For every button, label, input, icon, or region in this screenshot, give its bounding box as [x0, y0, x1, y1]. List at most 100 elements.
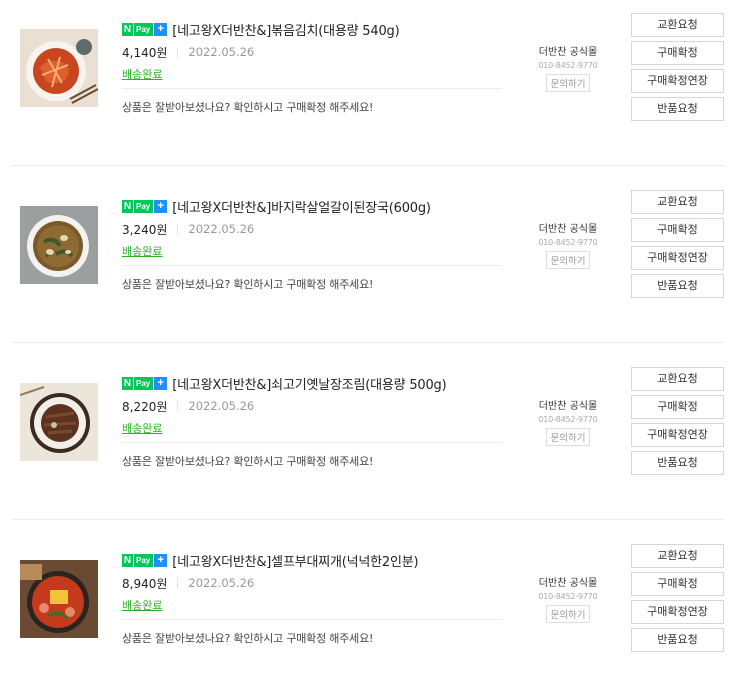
- confirm-extension-button[interactable]: 구매확정연장: [631, 246, 724, 270]
- order-actions: 교환요청 구매확정 구매확정연장 반품요청: [631, 544, 724, 656]
- product-name[interactable]: [네고왕X더반찬&]셀프부대찌개(넉넉한2인분): [172, 551, 418, 570]
- npay-plus-badge: N Pay +: [122, 376, 168, 390]
- budae-jjigae-photo: [20, 560, 98, 638]
- order-item: N Pay + [네고왕X더반찬&]바지락살얼갈이된장국(600g) 3,240…: [12, 183, 724, 343]
- npay-label: Pay: [133, 22, 154, 36]
- npay-plus-badge: N Pay +: [122, 199, 168, 213]
- price: 8,220원: [122, 399, 168, 414]
- plus-icon: +: [154, 376, 168, 390]
- exchange-request-button[interactable]: 교환요청: [631, 544, 724, 568]
- plus-icon: +: [154, 199, 168, 213]
- price: 8,940원: [122, 576, 168, 591]
- delivery-status-link[interactable]: 배송완료: [122, 597, 162, 613]
- meta-line: 4,140원 2022.05.26: [122, 43, 502, 61]
- beef-jangjorim-photo: [20, 383, 98, 461]
- exchange-request-button[interactable]: 교환요청: [631, 13, 724, 37]
- meta-line: 3,240원 2022.05.26: [122, 220, 502, 238]
- seller-name: 더반찬 공식몰: [538, 224, 598, 235]
- npay-n-icon: N: [122, 199, 133, 213]
- seller-name: 더반찬 공식몰: [538, 401, 598, 412]
- exchange-request-button[interactable]: 교환요청: [631, 367, 724, 391]
- product-name[interactable]: [네고왕X더반찬&]볶음김치(대용량 540g): [172, 20, 399, 39]
- divider: [177, 400, 179, 412]
- product-thumbnail[interactable]: [20, 383, 98, 461]
- order-info: N Pay + [네고왕X더반찬&]쇠고기옛날장조림(대용량 500g) 8,2…: [122, 373, 502, 469]
- title-line: N Pay + [네고왕X더반찬&]볶음김치(대용량 540g): [122, 19, 502, 39]
- order-info: N Pay + [네고왕X더반찬&]셀프부대찌개(넉넉한2인분) 8,940원 …: [122, 550, 502, 646]
- seller-info: 더반찬 공식몰 010-8452-9770 문의하기: [524, 220, 612, 269]
- return-request-button[interactable]: 반품요청: [631, 274, 724, 298]
- confirm-notice: 상품은 잘받아보셨나요? 확인하시고 구매확정 해주세요!: [122, 101, 374, 114]
- npay-plus-badge: N Pay +: [122, 22, 168, 36]
- product-name[interactable]: [네고왕X더반찬&]바지락살얼갈이된장국(600g): [172, 197, 431, 216]
- delivery-status-link[interactable]: 배송완료: [122, 66, 162, 82]
- seller-phone: 010-8452-9770: [538, 61, 598, 70]
- order-date: 2022.05.26: [188, 399, 255, 413]
- title-line: N Pay + [네고왕X더반찬&]쇠고기옛날장조림(대용량 500g): [122, 373, 502, 393]
- divider: [177, 46, 179, 58]
- doenjang-soup-photo: [20, 206, 98, 284]
- npay-plus-badge: N Pay +: [122, 553, 168, 567]
- purchase-confirm-button[interactable]: 구매확정: [631, 41, 724, 65]
- order-item: N Pay + [네고왕X더반찬&]쇠고기옛날장조림(대용량 500g) 8,2…: [12, 360, 724, 520]
- npay-n-icon: N: [122, 376, 133, 390]
- order-actions: 교환요청 구매확정 구매확정연장 반품요청: [631, 190, 724, 302]
- seller-name: 더반찬 공식몰: [538, 47, 598, 58]
- confirm-extension-button[interactable]: 구매확정연장: [631, 423, 724, 447]
- product-name[interactable]: [네고왕X더반찬&]쇠고기옛날장조림(대용량 500g): [172, 374, 446, 393]
- npay-n-icon: N: [122, 553, 133, 567]
- plus-icon: +: [154, 553, 168, 567]
- seller-phone: 010-8452-9770: [538, 415, 598, 424]
- confirm-extension-button[interactable]: 구매확정연장: [631, 69, 724, 93]
- row-divider: [12, 165, 724, 166]
- order-date: 2022.05.26: [188, 45, 255, 59]
- plus-icon: +: [154, 22, 168, 36]
- order-date: 2022.05.26: [188, 222, 255, 236]
- seller-info: 더반찬 공식몰 010-8452-9770 문의하기: [524, 43, 612, 92]
- price: 3,240원: [122, 222, 168, 237]
- order-actions: 교환요청 구매확정 구매확정연장 반품요청: [631, 367, 724, 479]
- npay-label: Pay: [133, 376, 154, 390]
- confirm-extension-button[interactable]: 구매확정연장: [631, 600, 724, 624]
- divider: [122, 88, 502, 89]
- divider: [122, 265, 502, 266]
- product-thumbnail[interactable]: [20, 560, 98, 638]
- order-info: N Pay + [네고왕X더반찬&]바지락살얼갈이된장국(600g) 3,240…: [122, 196, 502, 292]
- npay-n-icon: N: [122, 22, 133, 36]
- divider: [177, 223, 179, 235]
- divider: [177, 577, 179, 589]
- title-line: N Pay + [네고왕X더반찬&]바지락살얼갈이된장국(600g): [122, 196, 502, 216]
- delivery-status-link[interactable]: 배송완료: [122, 420, 162, 436]
- seller-name: 더반찬 공식몰: [538, 578, 598, 589]
- delivery-status-link[interactable]: 배송완료: [122, 243, 162, 259]
- inquiry-button[interactable]: 문의하기: [545, 428, 591, 446]
- seller-phone: 010-8452-9770: [538, 238, 598, 247]
- inquiry-button[interactable]: 문의하기: [545, 251, 591, 269]
- return-request-button[interactable]: 반품요청: [631, 451, 724, 475]
- kimchi-stirfry-photo: [20, 29, 98, 107]
- seller-phone: 010-8452-9770: [538, 592, 598, 601]
- order-date: 2022.05.26: [188, 576, 255, 590]
- confirm-notice: 상품은 잘받아보셨나요? 확인하시고 구매확정 해주세요!: [122, 278, 374, 291]
- return-request-button[interactable]: 반품요청: [631, 97, 724, 121]
- title-line: N Pay + [네고왕X더반찬&]셀프부대찌개(넉넉한2인분): [122, 550, 502, 570]
- inquiry-button[interactable]: 문의하기: [545, 74, 591, 92]
- row-divider: [12, 342, 724, 343]
- product-thumbnail[interactable]: [20, 29, 98, 107]
- confirm-notice: 상품은 잘받아보셨나요? 확인하시고 구매확정 해주세요!: [122, 632, 374, 645]
- exchange-request-button[interactable]: 교환요청: [631, 190, 724, 214]
- purchase-confirm-button[interactable]: 구매확정: [631, 395, 724, 419]
- row-divider: [12, 519, 724, 520]
- meta-line: 8,220원 2022.05.26: [122, 397, 502, 415]
- inquiry-button[interactable]: 문의하기: [545, 605, 591, 623]
- return-request-button[interactable]: 반품요청: [631, 628, 724, 652]
- npay-label: Pay: [133, 553, 154, 567]
- product-thumbnail[interactable]: [20, 206, 98, 284]
- purchase-confirm-button[interactable]: 구매확정: [631, 572, 724, 596]
- purchase-confirm-button[interactable]: 구매확정: [631, 218, 724, 242]
- order-item: N Pay + [네고왕X더반찬&]셀프부대찌개(넉넉한2인분) 8,940원 …: [12, 537, 724, 686]
- order-item: N Pay + [네고왕X더반찬&]볶음김치(대용량 540g) 4,140원 …: [12, 6, 724, 166]
- seller-info: 더반찬 공식몰 010-8452-9770 문의하기: [524, 397, 612, 446]
- meta-line: 8,940원 2022.05.26: [122, 574, 502, 592]
- order-info: N Pay + [네고왕X더반찬&]볶음김치(대용량 540g) 4,140원 …: [122, 19, 502, 115]
